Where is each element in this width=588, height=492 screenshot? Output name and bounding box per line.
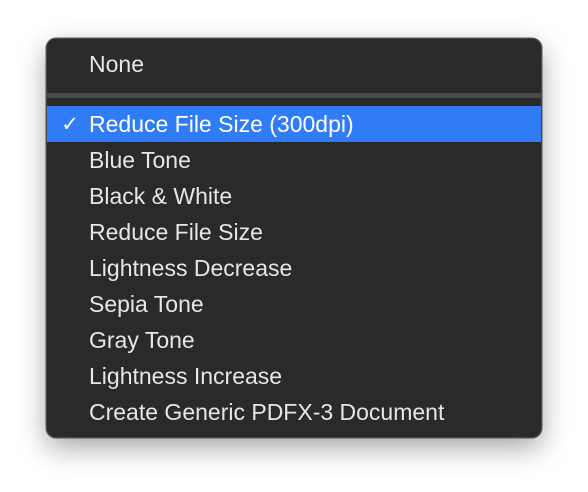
menu-item-label: None — [89, 51, 144, 77]
menu-item-label: Lightness Decrease — [89, 255, 293, 281]
menu-item-none[interactable]: None — [47, 46, 541, 82]
menu-item-label: Lightness Increase — [89, 363, 283, 389]
menu-item-label: Reduce File Size — [89, 219, 263, 245]
menu-separator — [47, 93, 541, 98]
menu-item-label: Gray Tone — [89, 327, 195, 353]
menu-item-label: Create Generic PDFX-3 Document — [89, 399, 445, 425]
menu-item-label: Blue Tone — [89, 147, 191, 173]
menu-item-label: Reduce File Size (300dpi) — [89, 111, 354, 137]
menu-item-label: Black & White — [89, 183, 233, 209]
menu-item-lightness-decrease[interactable]: Lightness Decrease — [47, 250, 541, 286]
quartz-filter-dropdown-menu: None ✓ Reduce File Size (300dpi) Blue To… — [46, 38, 542, 438]
menu-item-reduce-file-size[interactable]: Reduce File Size — [47, 214, 541, 250]
menu-item-lightness-increase[interactable]: Lightness Increase — [47, 358, 541, 394]
menu-item-create-generic-pdfx3-document[interactable]: Create Generic PDFX-3 Document — [47, 394, 541, 430]
menu-item-gray-tone[interactable]: Gray Tone — [47, 322, 541, 358]
menu-item-reduce-file-size-300dpi[interactable]: ✓ Reduce File Size (300dpi) — [47, 106, 541, 142]
menu-item-label: Sepia Tone — [89, 291, 204, 317]
menu-item-blue-tone[interactable]: Blue Tone — [47, 142, 541, 178]
checkmark-icon: ✓ — [61, 112, 79, 136]
screen: None ✓ Reduce File Size (300dpi) Blue To… — [0, 0, 588, 492]
menu-item-black-and-white[interactable]: Black & White — [47, 178, 541, 214]
menu-item-sepia-tone[interactable]: Sepia Tone — [47, 286, 541, 322]
